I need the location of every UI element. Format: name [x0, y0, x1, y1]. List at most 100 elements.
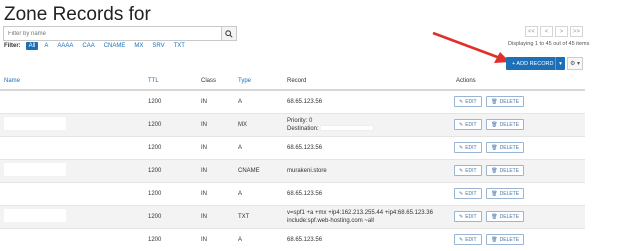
col-name[interactable]: Name — [0, 73, 148, 91]
last-page-button[interactable]: >> — [570, 26, 583, 37]
filter-caa[interactable]: CAA — [79, 42, 97, 50]
cell-ttl: 1200 — [148, 181, 201, 205]
record-value: 68.65.123.56 — [287, 144, 323, 151]
cell-class: IN — [201, 227, 238, 251]
delete-label: DELETE — [499, 121, 520, 128]
page-title-text: Zone Records for — [4, 4, 151, 25]
cell-name — [0, 181, 148, 205]
table-row: 1200 IN A 68.65.123.56 ✎ EDIT 🗑 DELETE — [0, 135, 585, 159]
edit-button[interactable]: ✎ EDIT — [454, 96, 482, 108]
search-icon — [225, 29, 233, 38]
cell-class: IN — [201, 112, 238, 136]
filter-aaaa[interactable]: AAAA — [54, 42, 76, 50]
table-row: 1200 IN A 68.65.123.56 ✎ EDIT 🗑 DELETE — [0, 227, 585, 251]
edit-button[interactable]: ✎ EDIT — [454, 119, 482, 130]
edit-label: EDIT — [465, 121, 477, 128]
record-value: 68.65.123.56 — [287, 236, 323, 243]
delete-button[interactable]: 🗑 DELETE — [486, 188, 525, 199]
first-page-button[interactable]: << — [525, 26, 538, 37]
search-bar — [3, 26, 237, 41]
cell-actions: ✎ EDIT 🗑 DELETE — [454, 135, 585, 159]
record-destination-label: Destination: — [287, 125, 319, 132]
search-button[interactable] — [221, 26, 237, 41]
filter-txt[interactable]: TXT — [171, 42, 188, 50]
trash-icon: 🗑 — [491, 236, 498, 243]
pencil-icon: ✎ — [459, 236, 464, 243]
cell-record: 68.65.123.56 — [287, 181, 454, 205]
cell-type: MX — [238, 112, 287, 136]
edit-button[interactable]: ✎ EDIT — [454, 142, 482, 153]
search-input[interactable] — [3, 26, 221, 41]
cell-record: murakeni.store — [287, 158, 454, 182]
pencil-icon: ✎ — [459, 98, 464, 105]
cell-record: 68.65.123.56 — [287, 135, 454, 159]
redacted-name — [4, 232, 62, 246]
delete-label: DELETE — [499, 167, 520, 174]
delete-button[interactable]: 🗑 DELETE — [486, 234, 525, 246]
delete-button[interactable]: 🗑 DELETE — [486, 142, 525, 153]
filter-a[interactable]: A — [41, 42, 51, 50]
red-arrow-annotation — [432, 31, 510, 63]
edit-label: EDIT — [465, 190, 477, 197]
filter-srv[interactable]: SRV — [149, 42, 167, 50]
cell-ttl: 1200 — [148, 204, 201, 228]
pencil-icon: ✎ — [459, 190, 464, 197]
filter-all[interactable]: All — [25, 42, 39, 50]
edit-button[interactable]: ✎ EDIT — [454, 234, 482, 246]
add-record-dropdown-toggle[interactable]: ▾ — [555, 57, 565, 70]
trash-icon: 🗑 — [491, 121, 498, 128]
table-row: 1200 IN CNAME murakeni.store ✎ EDIT 🗑 DELE… — [0, 158, 585, 182]
filter-label: Filter: — [4, 43, 21, 49]
delete-button[interactable]: 🗑 DELETE — [486, 96, 525, 108]
cell-class: IN — [201, 89, 238, 113]
delete-button[interactable]: 🗑 DELETE — [486, 165, 525, 176]
table-row: 1200 IN MX Priority: 0 Destination: ✎ EDIT… — [0, 112, 585, 136]
cell-ttl: 1200 — [148, 89, 201, 113]
edit-label: EDIT — [465, 236, 477, 243]
redacted-name — [4, 186, 62, 199]
filter-cname[interactable]: CNAME — [101, 42, 129, 50]
trash-icon: 🗑 — [491, 190, 498, 197]
prev-page-button[interactable]: < — [540, 26, 553, 37]
record-value: 68.65.123.56 — [287, 98, 323, 105]
delete-button[interactable]: 🗑 DELETE — [486, 211, 525, 222]
next-page-button[interactable]: > — [555, 26, 568, 37]
cell-actions: ✎ EDIT 🗑 DELETE — [454, 227, 585, 251]
edit-button[interactable]: ✎ EDIT — [454, 188, 482, 199]
delete-label: DELETE — [499, 144, 520, 151]
col-ttl[interactable]: TTL — [148, 73, 201, 91]
cell-name — [0, 158, 148, 182]
cell-name — [0, 135, 148, 159]
cell-type: A — [238, 181, 287, 205]
cell-actions: ✎ EDIT 🗑 DELETE — [454, 158, 585, 182]
col-actions: Actions — [454, 73, 585, 91]
cell-ttl: 1200 — [148, 227, 201, 251]
pencil-icon: ✎ — [459, 144, 464, 151]
cell-type: A — [238, 135, 287, 159]
cell-record: Priority: 0 Destination: — [287, 112, 454, 136]
trash-icon: 🗑 — [491, 144, 498, 151]
cell-actions: ✎ EDIT 🗑 DELETE — [454, 181, 585, 205]
edit-button[interactable]: ✎ EDIT — [454, 165, 482, 176]
cell-ttl: 1200 — [148, 112, 201, 136]
table-row: 1200 IN TXT v=spf1 +a +mx +ip4:162.213.2… — [0, 204, 585, 228]
edit-label: EDIT — [465, 213, 477, 220]
cell-class: IN — [201, 204, 238, 228]
delete-label: DELETE — [499, 236, 520, 243]
pagination: << < > >> — [525, 26, 583, 37]
add-record-button[interactable]: + ADD RECORD ▾ — [506, 57, 565, 70]
col-type[interactable]: Type — [238, 73, 287, 91]
record-value: 68.65.123.56 — [287, 190, 323, 197]
cell-actions: ✎ EDIT 🗑 DELETE — [454, 112, 585, 136]
page-title: Zone Records for — [4, 4, 277, 26]
filter-mx[interactable]: MX — [131, 42, 146, 50]
record-value: murakeni.store — [287, 167, 327, 174]
delete-button[interactable]: 🗑 DELETE — [486, 119, 525, 130]
record-priority-label: Priority: — [287, 117, 308, 124]
edit-label: EDIT — [465, 144, 477, 151]
settings-button[interactable]: ⚙ ▾ — [567, 57, 583, 70]
record-priority: 0 — [309, 117, 313, 124]
pencil-icon: ✎ — [459, 121, 464, 128]
edit-button[interactable]: ✎ EDIT — [454, 211, 482, 222]
trash-icon: 🗑 — [491, 167, 498, 174]
